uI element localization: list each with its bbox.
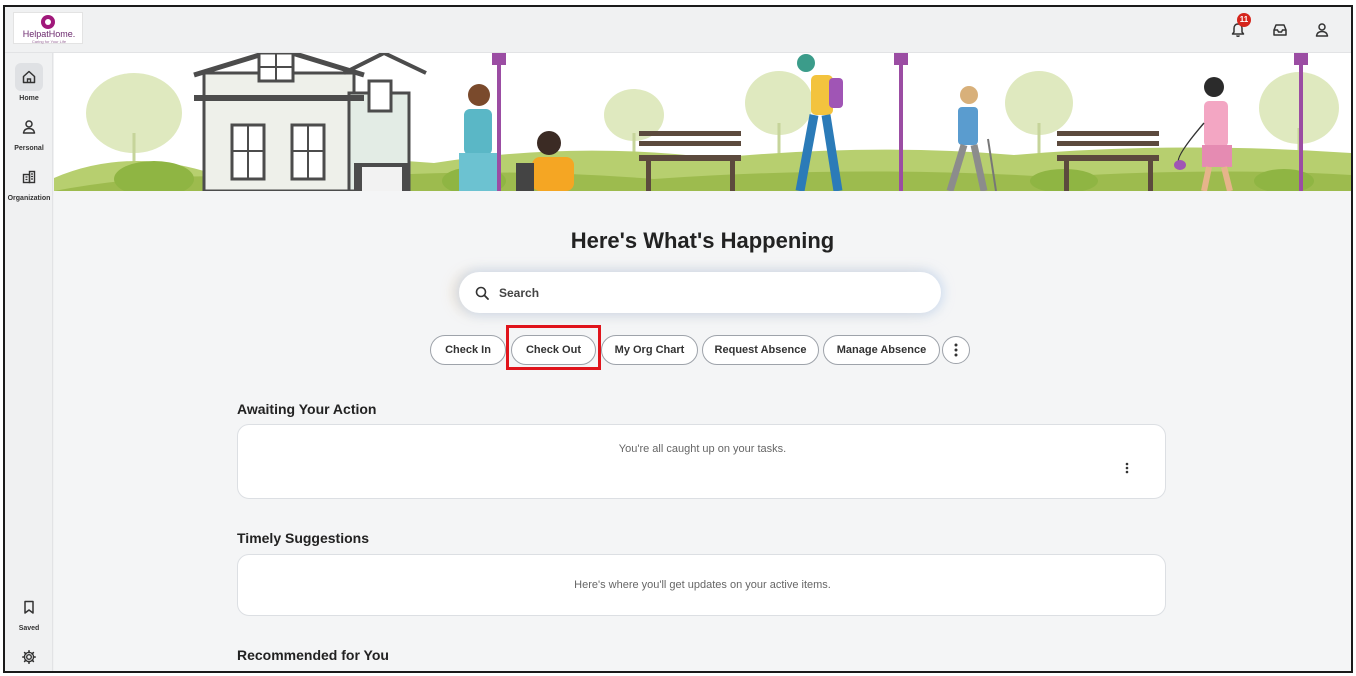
search-icon (475, 286, 489, 300)
rail-label-saved: Saved (18, 625, 40, 632)
manage-absence-button[interactable]: Manage Absence (823, 335, 940, 365)
inbox-button[interactable] (1269, 19, 1291, 41)
profile-button[interactable] (1311, 19, 1333, 41)
awaiting-action-card: You're all caught up on your tasks. (237, 424, 1166, 499)
gear-icon (22, 650, 36, 664)
notification-count-badge: 11 (1237, 13, 1251, 27)
rail-item-personal[interactable]: Personal (5, 113, 53, 152)
vertical-dots-icon (1125, 462, 1129, 474)
request-absence-button[interactable]: Request Absence (702, 335, 819, 365)
top-bar-actions: 11 (1227, 13, 1333, 41)
section-title-awaiting-action: Awaiting Your Action (237, 401, 377, 417)
user-icon (1315, 23, 1329, 37)
rail-label-home: Home (19, 95, 39, 102)
rail-icon-container (15, 593, 43, 621)
section-title-recommended: Recommended for You (237, 647, 389, 663)
company-logo[interactable]: HelpatHome. Caring for Your Life (13, 12, 83, 44)
timely-suggestions-message: Here's where you'll get updates on your … (574, 579, 831, 591)
rail-icon-container (15, 63, 43, 91)
section-title-timely-suggestions: Timely Suggestions (237, 530, 369, 546)
page-title: Here's What's Happening (570, 228, 835, 253)
rail-item-saved[interactable]: Saved (5, 593, 53, 632)
rail-icon-container (15, 163, 43, 191)
notifications-button[interactable]: 11 (1227, 13, 1251, 41)
building-icon (22, 170, 36, 184)
left-nav-rail: Home Personal Organization Saved (5, 53, 53, 671)
check-out-highlight-box (506, 325, 601, 370)
top-bar: HelpatHome. Caring for Your Life 11 (5, 7, 1351, 53)
logo-tagline: Caring for Your Life (31, 39, 67, 44)
inbox-icon (1273, 24, 1287, 36)
logo-mark-icon (41, 15, 55, 29)
home-icon (22, 70, 36, 84)
search-bar[interactable]: Search (459, 272, 941, 313)
rail-item-settings[interactable] (5, 643, 53, 671)
vertical-dots-icon (954, 343, 958, 357)
park-scene-illustration (54, 53, 1351, 191)
search-input[interactable]: Search (499, 286, 539, 300)
rail-item-home[interactable]: Home (5, 63, 53, 102)
rail-icon-container (15, 113, 43, 141)
my-org-chart-button[interactable]: My Org Chart (601, 335, 698, 365)
bookmark-icon (24, 600, 34, 614)
rail-label-organization: Organization (7, 195, 51, 202)
app-window: HelpatHome. Caring for Your Life 11 Home… (3, 5, 1353, 673)
rail-icon-container (15, 643, 43, 671)
more-actions-button[interactable] (942, 336, 970, 364)
home-page: Here's What's Happening Search Check In … (54, 53, 1351, 671)
timely-suggestions-card: Here's where you'll get updates on your … (237, 554, 1166, 616)
logo-text: HelpatHome. (22, 29, 76, 39)
rail-item-organization[interactable]: Organization (5, 163, 53, 202)
check-in-button[interactable]: Check In (430, 335, 506, 365)
home-banner (54, 53, 1351, 191)
rail-label-personal: Personal (14, 145, 44, 152)
awaiting-action-message: You're all caught up on your tasks. (618, 443, 787, 455)
card-more-button[interactable] (1120, 461, 1134, 475)
person-icon (22, 120, 36, 134)
